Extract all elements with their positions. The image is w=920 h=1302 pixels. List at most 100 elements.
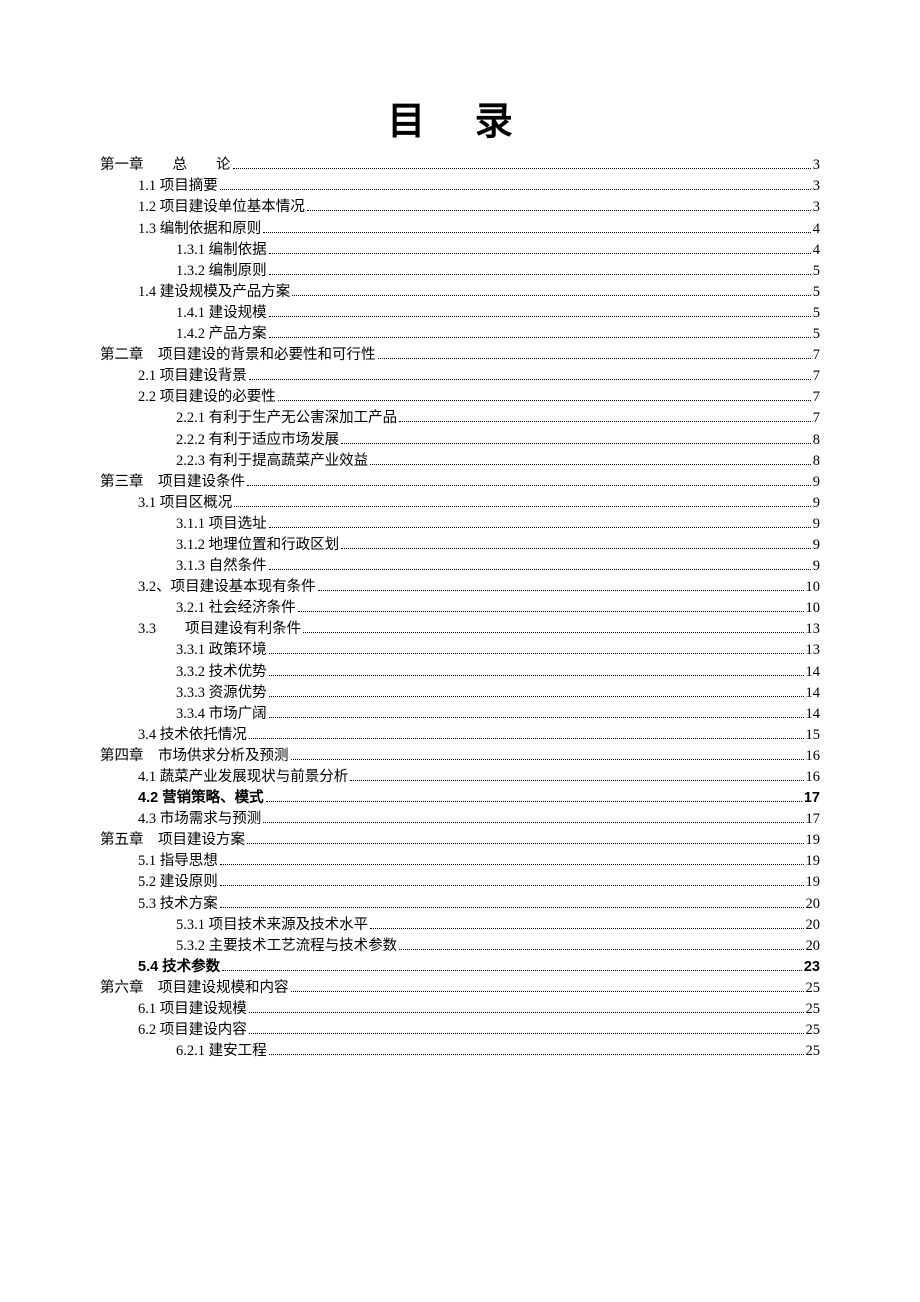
toc-page-number: 4 bbox=[813, 222, 820, 237]
toc-leader-dots bbox=[307, 202, 811, 212]
toc-label: 3.2、项目建设基本现有条件 bbox=[138, 580, 316, 595]
toc-page-number: 7 bbox=[813, 348, 820, 363]
toc-label: 4.2 营销策略、模式 bbox=[138, 791, 264, 806]
toc-entry: 2.1 项目建设背景 7 bbox=[100, 366, 820, 387]
toc-label: 5.3.1 项目技术来源及技术水平 bbox=[176, 918, 368, 933]
toc-label: 3.1.1 项目选址 bbox=[176, 517, 267, 532]
toc-leader-dots bbox=[341, 434, 811, 444]
toc-entry: 3.1.1 项目选址9 bbox=[100, 514, 820, 535]
toc-label: 3.1.3 自然条件 bbox=[176, 559, 267, 574]
toc-label: 5.3 技术方案 bbox=[138, 897, 218, 912]
toc-entry: 5.1 指导思想19 bbox=[100, 851, 820, 872]
toc-label: 3.3.4 市场广阔 bbox=[176, 707, 267, 722]
toc-page-number: 10 bbox=[806, 601, 821, 616]
toc-entry: 第六章 项目建设规模和内容25 bbox=[100, 978, 820, 999]
toc-leader-dots bbox=[269, 1046, 804, 1056]
toc-label: 第四章 市场供求分析及预测 bbox=[100, 749, 289, 764]
toc-label: 第五章 项目建设方案 bbox=[100, 833, 245, 848]
toc-label: 6.2 项目建设内容 bbox=[138, 1023, 247, 1038]
toc-entry: 第四章 市场供求分析及预测 16 bbox=[100, 746, 820, 767]
toc-leader-dots bbox=[249, 1003, 804, 1013]
toc-leader-dots bbox=[269, 518, 811, 528]
toc-label: 1.3.2 编制原则 bbox=[176, 264, 267, 279]
toc-leader-dots bbox=[266, 792, 802, 802]
toc-entry: 1.4.1 建设规模5 bbox=[100, 303, 820, 324]
toc-label: 1.4.1 建设规模 bbox=[176, 306, 267, 321]
table-of-contents: 第一章 总 论31.1 项目摘要31.2 项目建设单位基本情况31.3 编制依据… bbox=[100, 155, 820, 1062]
toc-entry: 1.3.2 编制原则 5 bbox=[100, 260, 820, 281]
toc-entry: 4.1 蔬菜产业发展现状与前景分析16 bbox=[100, 767, 820, 788]
toc-entry: 6.1 项目建设规模25 bbox=[100, 999, 820, 1020]
toc-entry: 3.2、项目建设基本现有条件 10 bbox=[100, 577, 820, 598]
toc-leader-dots bbox=[341, 539, 811, 549]
toc-label: 5.1 指导思想 bbox=[138, 854, 218, 869]
toc-page-number: 23 bbox=[804, 960, 820, 975]
toc-page-number: 20 bbox=[806, 918, 821, 933]
toc-leader-dots bbox=[269, 244, 811, 254]
toc-entry: 3.1.2 地理位置和行政区划 9 bbox=[100, 535, 820, 556]
toc-label: 1.4 建设规模及产品方案 bbox=[138, 285, 290, 300]
toc-leader-dots bbox=[269, 328, 811, 338]
toc-page-number: 25 bbox=[806, 1044, 821, 1059]
toc-leader-dots bbox=[269, 307, 811, 317]
toc-label: 第六章 项目建设规模和内容 bbox=[100, 981, 289, 996]
toc-entry: 3.2.1 社会经济条件10 bbox=[100, 598, 820, 619]
toc-entry: 1.3.1 编制依据4 bbox=[100, 239, 820, 260]
toc-entry: 1.2 项目建设单位基本情况3 bbox=[100, 197, 820, 218]
toc-leader-dots bbox=[399, 413, 811, 423]
toc-entry: 1.4 建设规模及产品方案 5 bbox=[100, 282, 820, 303]
toc-page-number: 14 bbox=[806, 665, 821, 680]
toc-label: 3.3.2 技术优势 bbox=[176, 665, 267, 680]
toc-page-number: 14 bbox=[806, 707, 821, 722]
toc-label: 3.4 技术依托情况 bbox=[138, 728, 247, 743]
toc-page-number: 19 bbox=[806, 833, 821, 848]
toc-entry: 3.1.3 自然条件 9 bbox=[100, 556, 820, 577]
toc-entry: 1.3 编制依据和原则 4 bbox=[100, 218, 820, 239]
toc-label: 3.1.2 地理位置和行政区划 bbox=[176, 538, 339, 553]
toc-label: 5.2 建设原则 bbox=[138, 875, 218, 890]
toc-entry: 3.1 项目区概况9 bbox=[100, 493, 820, 514]
toc-page-number: 8 bbox=[813, 454, 820, 469]
toc-entry: 4.3 市场需求与预测17 bbox=[100, 809, 820, 830]
toc-leader-dots bbox=[318, 581, 804, 591]
toc-entry: 3.3.3 资源优势14 bbox=[100, 682, 820, 703]
toc-label: 第二章 项目建设的背景和必要性和可行性 bbox=[100, 348, 376, 363]
toc-page-number: 4 bbox=[813, 243, 820, 258]
toc-page-number: 9 bbox=[813, 538, 820, 553]
toc-page-number: 20 bbox=[806, 897, 821, 912]
toc-entry: 第二章 项目建设的背景和必要性和可行性 7 bbox=[100, 345, 820, 366]
toc-page-number: 16 bbox=[806, 749, 821, 764]
toc-label: 2.1 项目建设背景 bbox=[138, 369, 247, 384]
toc-leader-dots bbox=[233, 160, 811, 170]
toc-page-number: 10 bbox=[806, 580, 821, 595]
toc-leader-dots bbox=[222, 961, 802, 971]
toc-leader-dots bbox=[303, 624, 803, 634]
toc-label: 2.2 项目建设的必要性 bbox=[138, 390, 276, 405]
toc-page-number: 7 bbox=[813, 369, 820, 384]
toc-leader-dots bbox=[269, 265, 811, 275]
toc-label: 4.3 市场需求与预测 bbox=[138, 812, 261, 827]
toc-leader-dots bbox=[220, 181, 811, 191]
toc-leader-dots bbox=[370, 455, 811, 465]
toc-label: 1.3 编制依据和原则 bbox=[138, 222, 261, 237]
toc-label: 第三章 项目建设条件 bbox=[100, 475, 245, 490]
toc-page-number: 5 bbox=[813, 285, 820, 300]
toc-page-number: 3 bbox=[813, 200, 820, 215]
toc-page-number: 25 bbox=[806, 1002, 821, 1017]
toc-leader-dots bbox=[399, 940, 803, 950]
toc-label: 第一章 总 论 bbox=[100, 158, 231, 173]
toc-label: 1.1 项目摘要 bbox=[138, 179, 218, 194]
toc-entry: 1.1 项目摘要3 bbox=[100, 176, 820, 197]
toc-page-number: 5 bbox=[813, 264, 820, 279]
toc-page-number: 3 bbox=[813, 158, 820, 173]
toc-leader-dots bbox=[269, 666, 804, 676]
toc-page-number: 17 bbox=[804, 791, 820, 806]
toc-page-number: 7 bbox=[813, 390, 820, 405]
toc-leader-dots bbox=[234, 497, 811, 507]
toc-entry: 2.2.1 有利于生产无公害深加工产品7 bbox=[100, 408, 820, 429]
toc-page-number: 19 bbox=[806, 875, 821, 890]
toc-entry: 3.3.2 技术优势 14 bbox=[100, 661, 820, 682]
toc-page-number: 9 bbox=[813, 559, 820, 574]
toc-label: 5.3.2 主要技术工艺流程与技术参数 bbox=[176, 939, 397, 954]
toc-entry: 5.3 技术方案 20 bbox=[100, 893, 820, 914]
